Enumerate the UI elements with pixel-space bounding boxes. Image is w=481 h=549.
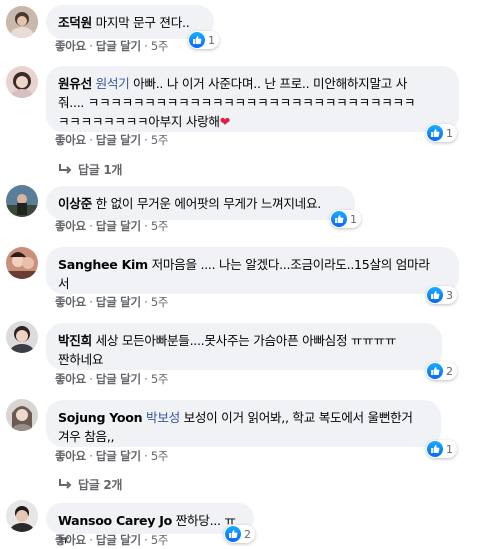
heart-emoji: ❤: [219, 114, 231, 129]
comment-author[interactable]: Wansoo Carey Jo: [58, 513, 172, 528]
thumbs-up-icon: [189, 32, 205, 48]
like-button[interactable]: 좋아요: [55, 533, 86, 547]
comment-author[interactable]: 조덕원: [58, 15, 92, 30]
mention-link[interactable]: 박보성: [146, 410, 180, 425]
comment-actions: 좋아요 · 답글 달기 · 5주: [55, 39, 169, 53]
comment-text: 짠하네요: [58, 352, 104, 367]
comment-bubble: 이상준 한 없이 무거운 에어팟의 무게가 느껴지네요.: [46, 186, 355, 220]
avatar[interactable]: [6, 185, 38, 217]
reaction-count: 1: [350, 212, 357, 226]
thumbs-up-icon: [331, 211, 347, 227]
reaction-summary[interactable]: 1: [426, 440, 457, 458]
comment-text: 보성이 이거 읽어봐,, 학교 복도에서 울뻔한거: [183, 410, 413, 425]
reply-button[interactable]: 답글 달기: [96, 295, 141, 309]
comment-text: 한 없이 무거운 에어팟의 무게가 느껴지네요.: [95, 196, 322, 211]
reaction-count: 2: [244, 527, 251, 541]
timestamp[interactable]: 5주: [151, 133, 169, 147]
like-button[interactable]: 좋아요: [55, 133, 86, 147]
comment-actions: 좋아요 · 답글 달기 · 5주: [55, 449, 169, 463]
comment-actions: 좋아요 · 답글 달기 · 5주: [55, 133, 169, 147]
reaction-count: 1: [446, 442, 453, 456]
comment-bubble: Sanghee Kim 저마음을 .... 나는 알겠다...조금이라도..15…: [46, 247, 459, 294]
avatar[interactable]: [6, 6, 38, 38]
reply-button[interactable]: 답글 달기: [96, 533, 141, 547]
reaction-summary[interactable]: 1: [188, 31, 219, 49]
reply-button[interactable]: 답글 달기: [96, 219, 141, 233]
reply-arrow-icon: [58, 163, 72, 177]
comment-author[interactable]: Sojung Yoon: [58, 410, 143, 425]
timestamp[interactable]: 5주: [151, 533, 169, 547]
comment-author[interactable]: 박진희: [58, 333, 92, 348]
avatar[interactable]: [6, 500, 38, 532]
timestamp[interactable]: 5주: [151, 295, 169, 309]
comment-text: 줘.... ㅋㅋㅋㅋㅋㅋㅋㅋㅋㅋㅋㅋㅋㅋㅋㅋㅋㅋㅋㅋㅋㅋㅋㅋㅋㅋㅋㅋㅋ: [58, 95, 416, 110]
mention-link[interactable]: 원석기: [96, 76, 130, 91]
comment-actions: 좋아요 · 답글 달기 · 5주: [55, 372, 169, 386]
comment-text: 서: [58, 276, 70, 291]
comment-text: 세상 모든아빠분들....못사주는 가슴아픈 아빠심정 ㅠㅠㅠㅠ: [95, 333, 397, 348]
timestamp[interactable]: 5주: [151, 219, 169, 233]
thumbs-up-icon: [427, 125, 443, 141]
comment-text: ㅋㅋㅋㅋㅋㅋㅋㅋ아부지 사랑해: [58, 114, 220, 129]
avatar[interactable]: [6, 399, 38, 431]
like-button[interactable]: 좋아요: [55, 295, 86, 309]
reaction-summary[interactable]: 2: [224, 525, 255, 543]
comment-actions: 좋아요 · 답글 달기 · 5주: [55, 219, 169, 233]
like-button[interactable]: 좋아요: [55, 449, 86, 463]
reply-button[interactable]: 답글 달기: [96, 449, 141, 463]
like-button[interactable]: 좋아요: [55, 39, 86, 53]
reaction-count: 1: [208, 33, 215, 47]
comment-bubble: Sojung Yoon 박보성 보성이 이거 읽어봐,, 학교 복도에서 울뻔한…: [46, 400, 441, 447]
comment-author[interactable]: 원유선: [58, 76, 92, 91]
comment-bubble: 박진희 세상 모든아빠분들....못사주는 가슴아픈 아빠심정 ㅠㅠㅠㅠ 짠하네…: [46, 323, 442, 370]
reaction-count: 2: [446, 364, 453, 378]
comment-actions: 좋아요 · 답글 달기 · 5주: [55, 533, 169, 547]
reply-button[interactable]: 답글 달기: [96, 372, 141, 386]
timestamp[interactable]: 5주: [151, 39, 169, 53]
comment-actions: 좋아요 · 답글 달기 · 5주: [55, 295, 169, 309]
comment-bubble: 원유선 원석기 아빠.. 나 이거 사준다며.. 난 프로.. 미안해하지말고 …: [46, 66, 459, 132]
avatar[interactable]: [6, 66, 38, 98]
reaction-count: 3: [446, 288, 453, 302]
reply-button[interactable]: 답글 달기: [96, 39, 141, 53]
like-button[interactable]: 좋아요: [55, 372, 86, 386]
view-replies-link[interactable]: 답글 1개: [58, 161, 122, 178]
thumbs-up-icon: [225, 526, 241, 542]
reaction-summary[interactable]: 2: [426, 362, 457, 380]
timestamp[interactable]: 5주: [151, 449, 169, 463]
reaction-summary[interactable]: 1: [426, 124, 457, 142]
thumbs-up-icon: [427, 441, 443, 457]
like-button[interactable]: 좋아요: [55, 219, 86, 233]
reply-button[interactable]: 답글 달기: [96, 133, 141, 147]
reaction-count: 1: [446, 126, 453, 140]
comment-text: 마지막 문구 젼다..: [95, 15, 190, 30]
thumbs-up-icon: [427, 363, 443, 379]
comment-text: 아빠.. 나 이거 사준다며.. 난 프로.. 미안해하지말고 사: [133, 76, 408, 91]
reaction-summary[interactable]: 1: [330, 210, 361, 228]
comment-author[interactable]: 이상준: [58, 196, 92, 211]
comment-bubble: Wansoo Carey Jo 짠하당... ㅠㅠ: [46, 503, 254, 547]
comment-text: 겨우 참음,,: [58, 429, 115, 444]
reply-arrow-icon: [58, 478, 72, 492]
comment-author[interactable]: Sanghee Kim: [58, 257, 148, 272]
timestamp[interactable]: 5주: [151, 372, 169, 386]
avatar[interactable]: [6, 247, 38, 279]
view-replies-link[interactable]: 답글 2개: [58, 476, 122, 493]
avatar[interactable]: [6, 321, 38, 353]
thumbs-up-icon: [427, 287, 443, 303]
comment-text: 저마음을 .... 나는 알겠다...조금이라도..15살의 엄마라: [151, 257, 430, 272]
reaction-summary[interactable]: 3: [426, 286, 457, 304]
